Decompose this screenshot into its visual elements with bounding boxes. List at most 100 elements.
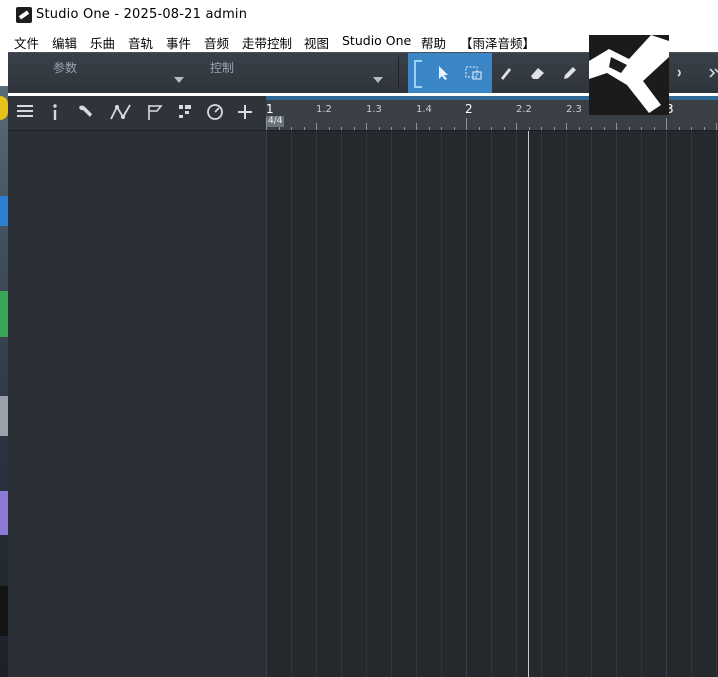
ruler-tick — [591, 127, 592, 130]
ruler-tick — [366, 123, 367, 130]
grid-line — [441, 131, 442, 677]
eraser-tool-icon[interactable] — [526, 61, 550, 85]
track-list-icon[interactable] — [14, 103, 36, 123]
ruler-label: 2.3 — [566, 104, 582, 115]
ruler-tick — [691, 127, 692, 130]
menu-event[interactable]: 事件 — [166, 33, 191, 52]
menu-edit[interactable]: 编辑 — [52, 33, 77, 52]
ruler-tick — [516, 123, 517, 130]
grid-line — [616, 131, 617, 677]
ruler-label: 2.2 — [516, 104, 532, 115]
time-signature-badge: 4/4 — [266, 116, 285, 127]
ruler-tick — [428, 127, 430, 130]
menu-view[interactable]: 视图 — [304, 33, 329, 52]
menu-song[interactable]: 乐曲 — [90, 33, 115, 52]
grid-line — [316, 131, 317, 677]
ruler-tick — [491, 127, 492, 130]
ruler-tick — [303, 127, 305, 130]
ruler-tick — [441, 127, 442, 130]
menu-audio[interactable]: 音频 — [204, 33, 229, 52]
ruler-tick — [541, 127, 542, 130]
grid-line — [716, 131, 717, 677]
range-tool-icon[interactable] — [462, 61, 486, 85]
add-track-icon[interactable] — [234, 103, 256, 123]
track-header-bar — [8, 96, 266, 131]
grid-line — [491, 131, 492, 677]
ruler-tick — [528, 127, 530, 130]
ruler-label: 1.2 — [316, 104, 332, 115]
title-bar: Studio One - 2025-08-21 admin — [8, 0, 718, 30]
ruler-tick — [666, 118, 667, 130]
grid-line — [466, 131, 467, 677]
toolbar-divider — [398, 57, 399, 89]
arranger-icon[interactable] — [174, 103, 196, 123]
menu-transport[interactable]: 走带控制 — [242, 33, 292, 52]
ruler-tick — [341, 127, 342, 130]
paint-tool-icon[interactable] — [494, 61, 518, 85]
playhead-cursor[interactable] — [528, 131, 529, 677]
grid-line — [666, 131, 667, 677]
ruler-tick — [453, 127, 455, 130]
grid-line — [291, 131, 292, 677]
speaker-icon[interactable] — [670, 61, 694, 85]
grid-line — [516, 131, 517, 677]
grid-line — [691, 131, 692, 677]
control-label: 控制 — [210, 61, 235, 75]
menu-studio-one[interactable]: Studio One — [342, 33, 411, 48]
ruler-tick — [391, 127, 392, 130]
desktop-icon-fragment — [0, 491, 8, 535]
ruler-tick — [266, 118, 267, 130]
automation-icon[interactable] — [108, 103, 134, 123]
ruler-tick — [653, 127, 655, 130]
desktop-icon-fragment — [0, 396, 8, 436]
param-dropdown-icon[interactable] — [174, 77, 184, 83]
menu-track[interactable]: 音轨 — [128, 33, 153, 52]
ruler-label: 2 — [465, 102, 473, 116]
grid-line — [391, 131, 392, 677]
pencil-tool-icon[interactable] — [558, 61, 582, 85]
grid-line — [416, 131, 417, 677]
ruler-label: 1 — [266, 102, 274, 116]
ruler-tick — [703, 127, 705, 130]
marker-flag-icon[interactable] — [144, 103, 166, 123]
desktop-edge — [0, 86, 8, 677]
bracket-icon — [414, 60, 422, 88]
arrange-area[interactable] — [266, 131, 718, 677]
ruler-tick — [328, 127, 330, 130]
desktop-icon-fragment — [0, 586, 8, 636]
arrow-tool-icon[interactable] — [432, 61, 456, 85]
ruler-tick — [353, 127, 355, 130]
ruler-tick — [678, 127, 680, 130]
ruler-tick — [478, 127, 480, 130]
ruler-tick — [466, 118, 467, 130]
desktop-icon-fragment — [0, 196, 8, 226]
wrench-icon[interactable] — [74, 103, 96, 123]
param-label: 参数 — [53, 61, 78, 75]
ruler-tick — [628, 127, 630, 130]
ruler-tick — [566, 123, 567, 130]
tempo-clock-icon[interactable] — [204, 103, 226, 123]
ruler-tick — [641, 127, 642, 130]
grid-line — [541, 131, 542, 677]
menu-help[interactable]: 帮助 — [421, 33, 446, 52]
ruler-tick — [578, 127, 580, 130]
grid-line — [341, 131, 342, 677]
desktop-icon-fragment — [0, 291, 8, 337]
ruler-label: 1.3 — [366, 104, 382, 115]
more-icon[interactable] — [702, 61, 718, 85]
track-list-panel[interactable] — [8, 131, 266, 677]
window-title: Studio One - 2025-08-21 admin — [36, 7, 248, 22]
grid-line — [591, 131, 592, 677]
ruler-label: 1.4 — [416, 104, 432, 115]
ruler-tick — [278, 127, 280, 130]
menu-yuze-audio[interactable]: 【雨泽音频】 — [460, 33, 535, 52]
menu-file[interactable]: 文件 — [14, 33, 39, 52]
ruler-tick — [378, 127, 380, 130]
ruler-tick — [291, 127, 292, 130]
grid-line — [641, 131, 642, 677]
ruler-tick — [616, 123, 617, 130]
inspector-info-icon[interactable] — [44, 103, 66, 123]
ruler-tick — [416, 123, 417, 130]
control-dropdown-icon[interactable] — [373, 77, 383, 83]
ruler-tick — [603, 127, 605, 130]
